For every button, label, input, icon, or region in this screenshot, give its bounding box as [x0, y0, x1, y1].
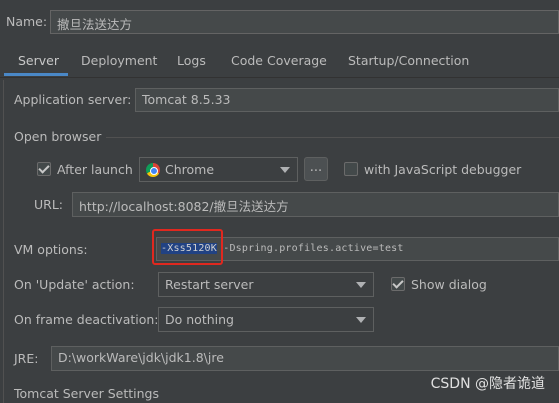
- active-tab-indicator: [4, 73, 68, 76]
- chevron-down-icon: [356, 317, 366, 323]
- url-label: URL:: [34, 197, 64, 212]
- tomcat-settings-title: Tomcat Server Settings: [14, 386, 159, 401]
- browse-button[interactable]: ...: [304, 157, 328, 181]
- watermark: CSDN @隐者诡道: [430, 376, 545, 392]
- app-server-select[interactable]: Tomcat 8.5.33: [135, 88, 559, 112]
- tab-code-coverage[interactable]: Code Coverage: [221, 44, 337, 78]
- tab-deployment[interactable]: Deployment: [71, 44, 167, 78]
- tab-bar: Server Deployment Logs Code Coverage Sta…: [0, 44, 559, 78]
- jre-label: JRE:: [14, 351, 39, 366]
- after-launch-label: After launch: [57, 162, 133, 177]
- browser-select-value: Chrome: [165, 162, 215, 177]
- app-server-label: Application server:: [14, 92, 132, 107]
- chevron-down-icon: [356, 282, 366, 288]
- tab-separator: [0, 77, 559, 78]
- on-frame-select[interactable]: Do nothing: [158, 307, 374, 332]
- on-update-label: On 'Update' action:: [14, 277, 135, 292]
- on-frame-value: Do nothing: [165, 312, 234, 327]
- after-launch-checkbox[interactable]: [37, 162, 51, 176]
- show-dialog-checkbox[interactable]: [391, 277, 405, 291]
- tab-logs[interactable]: Logs: [167, 44, 216, 78]
- section-divider: [106, 137, 559, 138]
- name-input[interactable]: 撤旦法送达方: [50, 10, 559, 34]
- on-update-value: Restart server: [165, 277, 254, 292]
- show-dialog-label: Show dialog: [411, 277, 487, 292]
- vm-options-rest-text: -Dspring.profiles.active=test: [217, 243, 404, 254]
- chrome-icon: [146, 163, 160, 177]
- jre-input[interactable]: D:\workWare\jdk\jdk1.8\jre: [51, 346, 559, 371]
- annotation-highlight-box: [152, 229, 223, 265]
- browser-select[interactable]: Chrome: [139, 157, 298, 182]
- on-frame-label: On frame deactivation:: [14, 312, 159, 327]
- tab-startup-connection[interactable]: Startup/Connection: [338, 44, 479, 78]
- chevron-down-icon: [280, 167, 290, 173]
- vm-options-label: VM options:: [14, 242, 88, 257]
- name-label: Name:: [6, 14, 48, 29]
- js-debugger-label: with JavaScript debugger: [364, 162, 522, 177]
- js-debugger-checkbox[interactable]: [344, 162, 358, 176]
- url-input[interactable]: http://localhost:8082/撤旦法送达方: [72, 192, 559, 217]
- on-update-select[interactable]: Restart server: [158, 272, 374, 297]
- open-browser-title: Open browser: [14, 129, 102, 144]
